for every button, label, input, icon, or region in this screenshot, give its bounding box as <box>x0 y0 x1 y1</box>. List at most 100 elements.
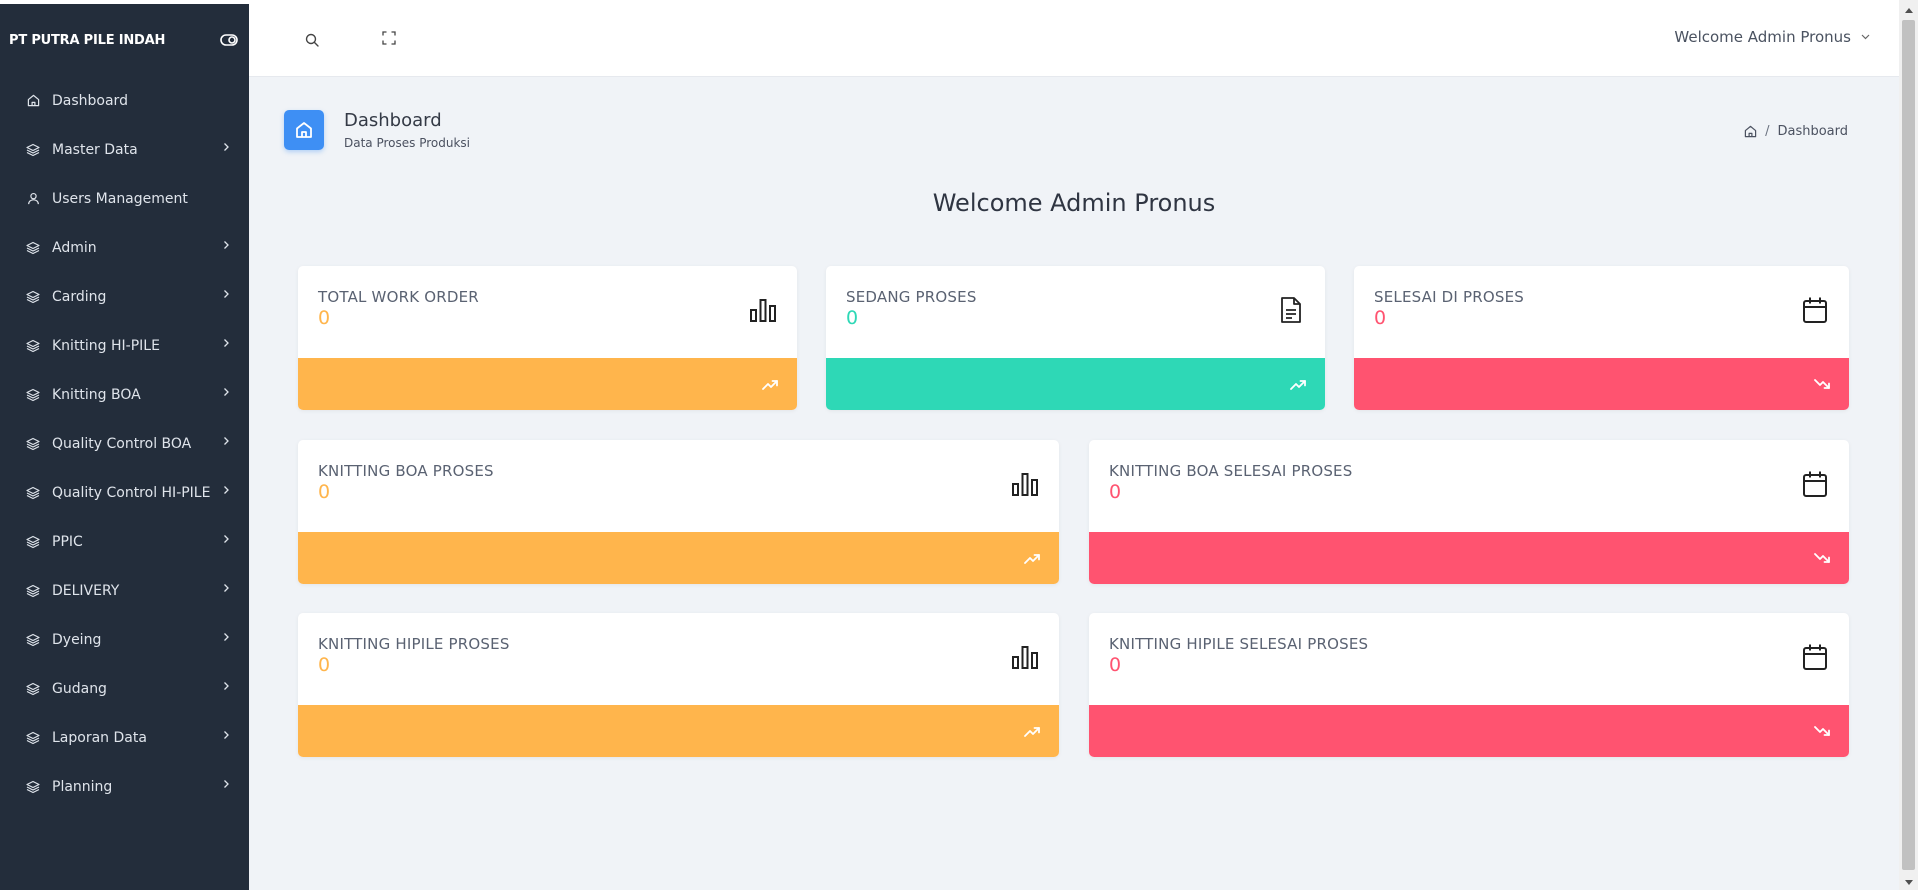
trending-down-icon[interactable] <box>1813 549 1831 567</box>
stat-card-value: 0 <box>318 654 331 676</box>
stat-card-value: 0 <box>1109 481 1122 503</box>
trending-up-icon[interactable] <box>761 375 779 393</box>
layers-icon <box>26 682 40 696</box>
stat-card-knitting-boa-selesai-proses: KNITTING BOA SELESAI PROSES 0 <box>1089 440 1849 584</box>
stat-card-knitting-hipile-proses: KNITTING HIPILE PROSES 0 <box>298 613 1059 757</box>
scroll-down-arrow-icon[interactable] <box>1903 877 1914 887</box>
stat-card-title: KNITTING BOA SELESAI PROSES <box>1109 462 1353 480</box>
bar-chart-icon <box>749 296 777 324</box>
chevron-right-icon <box>221 583 231 593</box>
layers-icon <box>26 633 40 647</box>
stat-card-value: 0 <box>1374 307 1387 329</box>
breadcrumb-separator: / <box>1765 124 1770 139</box>
brand: PT PUTRA PILE INDAH <box>0 4 249 76</box>
layers-icon <box>26 780 40 794</box>
sidebar-item-label: Laporan Data <box>52 729 147 746</box>
sidebar-item-knitting-hi-pile[interactable]: Knitting HI-PILE <box>0 321 249 370</box>
sidebar-item-delivery[interactable]: DELIVERY <box>0 566 249 615</box>
layers-icon <box>26 339 40 353</box>
chevron-right-icon <box>221 534 231 544</box>
stat-card-title: TOTAL WORK ORDER <box>318 288 479 306</box>
chevron-right-icon <box>221 681 231 691</box>
stat-card-title: KNITTING HIPILE PROSES <box>318 635 510 653</box>
topbar: Welcome Admin Pronus <box>249 4 1899 77</box>
stat-card-title: KNITTING HIPILE SELESAI PROSES <box>1109 635 1369 653</box>
page-subtitle: Data Proses Produksi <box>344 136 470 150</box>
chevron-right-icon <box>221 436 231 446</box>
sidebar-item-label: Knitting HI-PILE <box>52 337 160 354</box>
sidebar-item-label: Planning <box>52 778 113 795</box>
scrollbar-thumb[interactable] <box>1902 20 1915 870</box>
brand-name: PT PUTRA PILE INDAH <box>9 32 166 48</box>
chevron-right-icon <box>221 779 231 789</box>
stat-card-footer <box>298 705 1059 757</box>
sidebar-item-users-management[interactable]: Users Management <box>0 174 249 223</box>
calendar-icon <box>1801 470 1829 498</box>
layers-icon <box>26 143 40 157</box>
trending-down-icon[interactable] <box>1813 722 1831 740</box>
sidebar-item-planning[interactable]: Planning <box>0 762 249 811</box>
chevron-right-icon <box>221 240 231 250</box>
stat-card-footer <box>826 358 1325 410</box>
user-menu[interactable]: Welcome Admin Pronus <box>1674 28 1871 46</box>
document-icon <box>1277 296 1305 324</box>
sidebar-item-master-data[interactable]: Master Data <box>0 125 249 174</box>
page-title: Dashboard <box>344 110 442 131</box>
trending-down-icon[interactable] <box>1813 375 1831 393</box>
sidebar-item-ppic[interactable]: PPIC <box>0 517 249 566</box>
breadcrumb-current[interactable]: Dashboard <box>1777 124 1848 139</box>
trending-up-icon[interactable] <box>1023 722 1041 740</box>
layers-icon <box>26 731 40 745</box>
breadcrumb-home-icon[interactable] <box>1744 125 1757 138</box>
chevron-right-icon <box>221 142 231 152</box>
sidebar-item-label: Quality Control BOA <box>52 435 192 452</box>
stat-card-footer <box>298 358 797 410</box>
fullscreen-icon[interactable] <box>380 29 398 47</box>
trending-up-icon[interactable] <box>1023 549 1041 567</box>
sidebar-item-laporan-data[interactable]: Laporan Data <box>0 713 249 762</box>
page-home-icon <box>284 110 324 150</box>
stat-card-footer <box>1089 705 1849 757</box>
sidebar-item-dyeing[interactable]: Dyeing <box>0 615 249 664</box>
welcome-heading: Welcome Admin Pronus <box>932 189 1216 217</box>
bar-chart-icon <box>1011 470 1039 498</box>
sidebar-item-quality-control-hi-pile[interactable]: Quality Control HI-PILE <box>0 468 249 517</box>
layers-icon <box>26 486 40 500</box>
sidebar-item-label: PPIC <box>52 533 83 550</box>
layers-icon <box>26 241 40 255</box>
stat-card-title: KNITTING BOA PROSES <box>318 462 494 480</box>
chevron-right-icon <box>221 387 231 397</box>
stat-card-selesai-di-proses: SELESAI DI PROSES 0 <box>1354 266 1849 410</box>
stat-card-sedang-proses: SEDANG PROSES 0 <box>826 266 1325 410</box>
stat-card-total-work-order: TOTAL WORK ORDER 0 <box>298 266 797 410</box>
search-icon[interactable] <box>303 31 321 49</box>
layers-icon <box>26 535 40 549</box>
calendar-icon <box>1801 643 1829 671</box>
stat-card-value: 0 <box>318 307 331 329</box>
chevron-right-icon <box>221 289 231 299</box>
sidebar-toggle-icon[interactable] <box>219 30 239 50</box>
sidebar-item-carding[interactable]: Carding <box>0 272 249 321</box>
user-menu-label: Welcome Admin Pronus <box>1674 28 1851 46</box>
sidebar-item-admin[interactable]: Admin <box>0 223 249 272</box>
sidebar-item-knitting-boa[interactable]: Knitting BOA <box>0 370 249 419</box>
sidebar-item-label: Carding <box>52 288 107 305</box>
sidebar-item-dashboard[interactable]: Dashboard <box>0 76 249 125</box>
layers-icon <box>26 584 40 598</box>
sidebar-item-label: DELIVERY <box>52 582 120 599</box>
stat-card-knitting-hipile-selesai-proses: KNITTING HIPILE SELESAI PROSES 0 <box>1089 613 1849 757</box>
sidebar-item-label: Gudang <box>52 680 107 697</box>
trending-up-icon[interactable] <box>1289 375 1307 393</box>
scrollbar[interactable] <box>1899 0 1918 890</box>
stat-card-value: 0 <box>318 481 331 503</box>
user-icon <box>26 192 40 206</box>
sidebar-item-gudang[interactable]: Gudang <box>0 664 249 713</box>
chevron-down-icon <box>1861 32 1871 42</box>
scroll-up-arrow-icon[interactable] <box>1903 5 1914 15</box>
sidebar-item-label: Knitting BOA <box>52 386 141 403</box>
sidebar-item-quality-control-boa[interactable]: Quality Control BOA <box>0 419 249 468</box>
layers-icon <box>26 388 40 402</box>
chevron-right-icon <box>221 338 231 348</box>
stat-card-title: SELESAI DI PROSES <box>1374 288 1525 306</box>
stat-card-knitting-boa-proses: KNITTING BOA PROSES 0 <box>298 440 1059 584</box>
